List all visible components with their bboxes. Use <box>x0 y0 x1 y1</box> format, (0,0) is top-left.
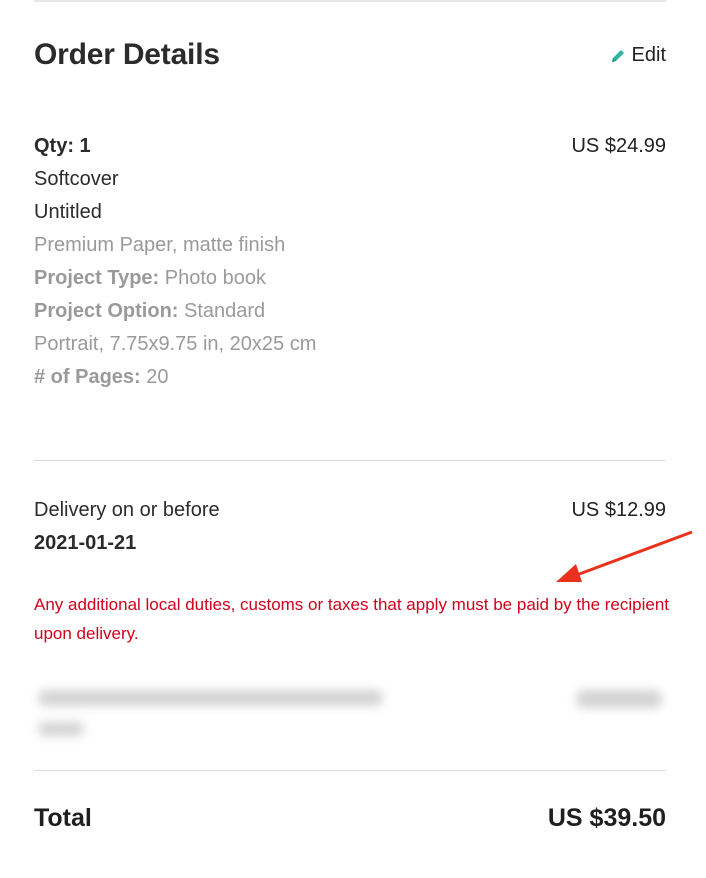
item-price: US $24.99 <box>571 135 666 157</box>
delivery-label: Delivery on or before <box>34 499 220 521</box>
project-type-value: Photo book <box>159 267 266 289</box>
pencil-icon <box>610 48 626 64</box>
delivery-info: Delivery on or before 2021-01-21 <box>34 494 220 560</box>
redacted-line-item <box>34 682 666 752</box>
annotation-arrow-icon <box>556 530 693 582</box>
item-paper: Premium Paper, matte finish <box>34 234 286 256</box>
project-option-label: Project Option: <box>34 300 179 322</box>
duties-notice: Any additional local duties, customs or … <box>34 595 670 643</box>
divider <box>34 770 666 771</box>
divider <box>34 460 666 461</box>
item-qty: Qty: 1 <box>34 135 91 157</box>
total-value: US $39.50 <box>547 804 666 832</box>
redacted-text <box>38 690 383 706</box>
redacted-text <box>38 722 84 736</box>
item-project-type: Project Type: Photo book <box>34 262 334 295</box>
item-name: Untitled <box>34 201 102 223</box>
project-type-label: Project Type: <box>34 267 160 289</box>
top-divider <box>34 0 666 2</box>
delivery-date: 2021-01-21 <box>34 532 137 554</box>
redacted-price <box>576 690 662 708</box>
order-item: Qty: 1 Softcover Untitled Premium Paper,… <box>34 130 334 394</box>
page-title: Order Details <box>34 38 220 71</box>
edit-button[interactable]: Edit <box>610 44 666 67</box>
edit-label: Edit <box>631 44 666 66</box>
item-project-option: Project Option: Standard Portrait, 7.75x… <box>34 295 334 361</box>
pages-label: # of Pages: <box>34 366 141 388</box>
pages-value: 20 <box>140 366 169 388</box>
item-pages: # of Pages: 20 <box>34 361 334 394</box>
item-format: Softcover <box>34 168 119 190</box>
total-label: Total <box>34 804 92 832</box>
